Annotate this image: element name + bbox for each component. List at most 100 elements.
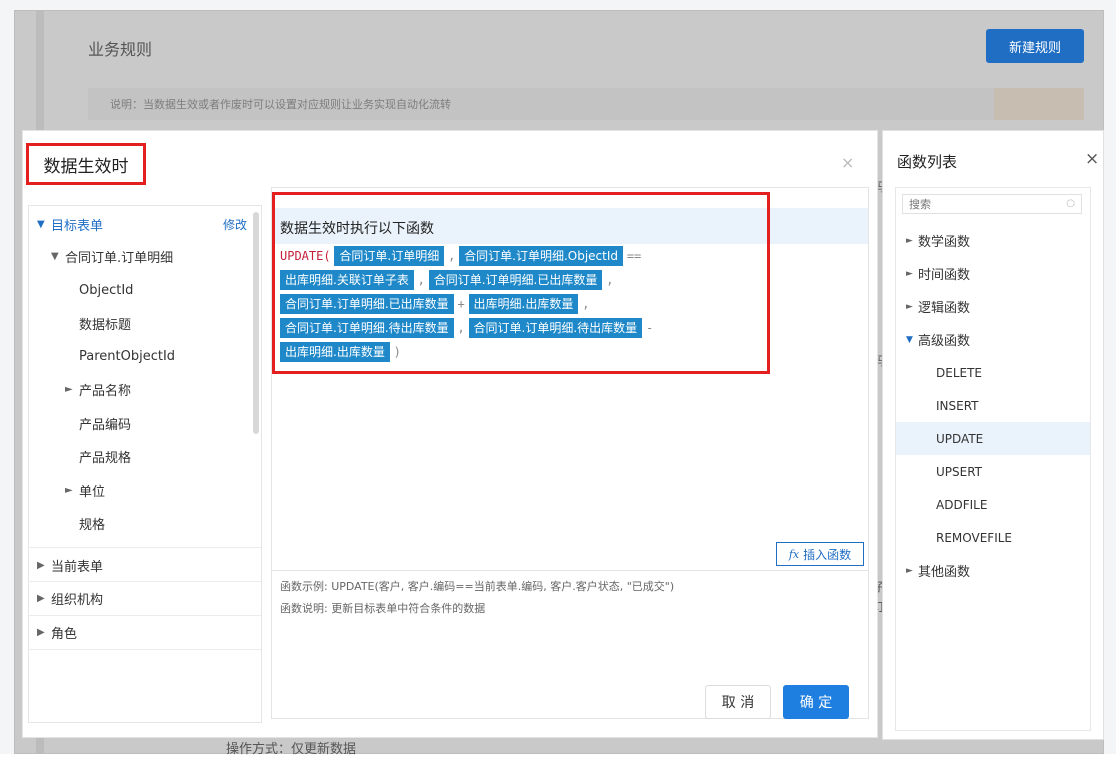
field-token[interactable]: 出库明细.出库数量 bbox=[280, 342, 390, 362]
tree-node-label: 合同订单.订单明细 bbox=[65, 250, 174, 266]
dialog-title: 数据生效时 bbox=[43, 156, 129, 177]
field-token[interactable]: 出库明细.出库数量 bbox=[468, 294, 579, 314]
insert-function-button[interactable]: fx 插入函数 bbox=[776, 542, 864, 566]
caret-right-icon: ► bbox=[65, 383, 73, 395]
category-label: 高级函数 bbox=[918, 334, 971, 349]
page-description: 说明：当数据生效或者作废时可以设置对应规则让业务实现自动化流转 bbox=[110, 98, 451, 111]
category-label: 其他函数 bbox=[918, 565, 971, 580]
field-token[interactable]: 合同订单.订单明细.ObjectId bbox=[459, 246, 623, 266]
operator: - bbox=[646, 321, 654, 335]
tree-field[interactable]: 产品编码 bbox=[29, 409, 255, 437]
rule-dialog: 数据生效时 × ▼ 目标表单 修改 ▼ 合同订单.订单明细 ObjectId 数… bbox=[22, 130, 878, 738]
cancel-button[interactable]: 取 消 bbox=[705, 685, 771, 719]
divider bbox=[29, 581, 261, 582]
page-title: 业务规则 bbox=[88, 40, 153, 59]
function-keyword: UPDATE( bbox=[280, 249, 331, 263]
function-category-advanced[interactable]: ▼ 高级函数 bbox=[896, 323, 1090, 356]
function-item[interactable]: REMOVEFILE bbox=[896, 521, 1090, 554]
tree-node-label: 产品名称 bbox=[79, 383, 132, 399]
function-item[interactable]: ADDFILE bbox=[896, 488, 1090, 521]
caret-right-icon: ► bbox=[906, 235, 913, 246]
field-token[interactable]: 合同订单.订单明细 bbox=[334, 246, 445, 266]
confirm-button[interactable]: 确 定 bbox=[783, 685, 849, 719]
caret-down-icon: ▼ bbox=[906, 334, 913, 345]
operator: , bbox=[582, 297, 590, 311]
close-icon[interactable]: × bbox=[1085, 149, 1099, 169]
field-token[interactable]: 合同订单.订单明细.待出库数量 bbox=[280, 318, 454, 338]
operator: == bbox=[626, 249, 642, 263]
field-token[interactable]: 出库明细.关联订单子表 bbox=[280, 270, 414, 290]
caret-right-icon: ▶ bbox=[37, 626, 45, 638]
tree-node-unit[interactable]: ► 单位 bbox=[29, 476, 255, 504]
divider bbox=[29, 615, 261, 616]
tree-field[interactable]: ObjectId bbox=[29, 276, 255, 304]
function-category[interactable]: ► 逻辑函数 bbox=[896, 290, 1090, 323]
edit-link[interactable]: 修改 bbox=[223, 216, 247, 233]
function-category[interactable]: ► 其他函数 bbox=[896, 554, 1090, 587]
tree-field[interactable]: 数据标题 bbox=[29, 309, 255, 337]
field-token[interactable]: 合同订单.订单明细.已出库数量 bbox=[428, 270, 603, 290]
caret-right-icon: ► bbox=[906, 301, 913, 312]
caret-right-icon: ► bbox=[906, 268, 913, 279]
operator: , bbox=[606, 273, 614, 287]
tree-node-product-name[interactable]: ► 产品名称 bbox=[29, 375, 255, 403]
function-search[interactable]: ○ bbox=[902, 194, 1082, 214]
operation-mode-text: 操作方式：仅更新数据 bbox=[226, 742, 357, 757]
function-item[interactable]: INSERT bbox=[896, 389, 1090, 422]
function-list-body: ○ ► 数学函数 ► 时间函数 ► 逻辑函数 ▼ 高级函数 DELETE INS… bbox=[895, 187, 1091, 731]
category-label: 逻辑函数 bbox=[918, 301, 971, 316]
tree-node-label: 角色 bbox=[51, 626, 78, 642]
tree-node-label: 单位 bbox=[79, 484, 106, 500]
divider bbox=[272, 570, 868, 571]
function-category[interactable]: ► 时间函数 bbox=[896, 257, 1090, 290]
editor-heading: 数据生效时执行以下函数 bbox=[280, 221, 434, 237]
function-search-input[interactable] bbox=[903, 195, 1081, 213]
caret-right-icon: ▶ bbox=[37, 559, 45, 571]
function-list-title: 函数列表 bbox=[897, 153, 958, 171]
formula-editor[interactable]: 数据生效时执行以下函数 UPDATE( 合同订单.订单明细 , 合同订单.订单明… bbox=[271, 187, 869, 719]
function-icon: fx bbox=[788, 547, 800, 561]
caret-down-icon: ▼ bbox=[51, 250, 59, 262]
function-example: 函数示例: UPDATE(客户, 客户.编码==当前表单.编码, 客户.客户状态… bbox=[280, 580, 675, 593]
tree-field[interactable]: 规格 bbox=[29, 509, 255, 537]
function-item[interactable]: UPSERT bbox=[896, 455, 1090, 488]
caret-right-icon: ► bbox=[65, 484, 73, 496]
tree-node-sub-form[interactable]: ▼ 合同订单.订单明细 bbox=[29, 242, 255, 270]
tree-field[interactable]: ParentObjectId bbox=[29, 342, 255, 370]
caret-down-icon: ▼ bbox=[37, 218, 45, 230]
tree-node-current-form[interactable]: ▶ 当前表单 bbox=[29, 551, 255, 579]
tree-node-role[interactable]: ▶ 角色 bbox=[29, 618, 255, 646]
category-label: 时间函数 bbox=[918, 268, 971, 283]
operator: , bbox=[448, 249, 456, 263]
operator: , bbox=[457, 321, 465, 335]
dialog-title-highlight: 数据生效时 bbox=[26, 143, 146, 185]
tree-node-label: 组织机构 bbox=[51, 592, 104, 608]
category-label: 数学函数 bbox=[918, 235, 971, 250]
operator: + bbox=[457, 297, 465, 311]
insert-function-label: 插入函数 bbox=[803, 547, 852, 562]
divider bbox=[29, 547, 261, 548]
caret-right-icon: ► bbox=[906, 565, 913, 576]
tree-field[interactable]: 产品规格 bbox=[29, 442, 255, 470]
formula-code[interactable]: UPDATE( 合同订单.订单明细 , 合同订单.订单明细.ObjectId =… bbox=[280, 244, 750, 364]
close-icon[interactable]: × bbox=[841, 153, 854, 172]
new-rule-button[interactable]: 新建规则 bbox=[986, 29, 1084, 63]
tree-node-organization[interactable]: ▶ 组织机构 bbox=[29, 584, 255, 612]
field-token[interactable]: 合同订单.订单明细.已出库数量 bbox=[280, 294, 454, 314]
operator: , bbox=[417, 273, 425, 287]
divider bbox=[29, 649, 261, 650]
tree-node-label: 当前表单 bbox=[51, 559, 104, 575]
tree-node-target-form[interactable]: ▼ 目标表单 修改 bbox=[29, 210, 255, 238]
function-category[interactable]: ► 数学函数 bbox=[896, 224, 1090, 257]
field-token[interactable]: 合同订单.订单明细.待出库数量 bbox=[468, 318, 643, 338]
caret-right-icon: ▶ bbox=[37, 592, 45, 604]
tree-node-label: 目标表单 bbox=[51, 218, 104, 234]
field-tree: ▼ 目标表单 修改 ▼ 合同订单.订单明细 ObjectId 数据标题 Pare… bbox=[28, 205, 262, 723]
function-description: 函数说明: 更新目标表单中符合条件的数据 bbox=[280, 602, 486, 615]
operator: ) bbox=[393, 345, 401, 359]
function-list-panel: 函数列表 × ○ ► 数学函数 ► 时间函数 ► 逻辑函数 ▼ 高级函数 DEL… bbox=[882, 130, 1104, 740]
function-item-selected[interactable]: UPDATE bbox=[896, 422, 1090, 455]
function-item[interactable]: DELETE bbox=[896, 356, 1090, 389]
search-icon: ○ bbox=[1066, 198, 1075, 209]
tree-scrollbar[interactable] bbox=[253, 212, 259, 434]
